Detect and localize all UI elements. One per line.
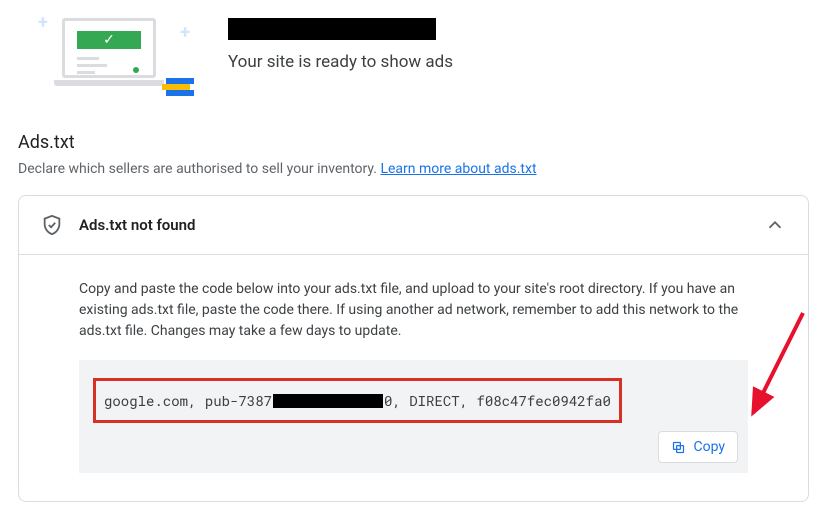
card-body: Copy and paste the code below into your … [19, 255, 808, 501]
header-row: + + ✓ Your site is ready to show ads [18, 12, 809, 102]
card-title: Ads.txt not found [79, 216, 764, 234]
code-box: google.com, pub-7387 0, DIRECT, f08c47fec… [79, 360, 748, 473]
copy-label: Copy [693, 439, 725, 455]
instructions-text: Copy and paste the code below into your … [79, 279, 748, 342]
ads-txt-card: Ads.txt not found Copy and paste the cod… [18, 195, 809, 502]
sparkle-icon: + [180, 22, 190, 43]
section-subtitle: Declare which sellers are authorised to … [18, 161, 809, 177]
ready-message: Your site is ready to show ads [228, 52, 453, 72]
laptop-icon: ✓ [54, 18, 164, 96]
shield-check-icon [41, 214, 63, 236]
code-prefix: google.com, pub-7387 [104, 391, 272, 410]
copy-icon [671, 440, 686, 455]
chevron-up-icon [764, 214, 786, 236]
subtitle-text: Declare which sellers are authorised to … [18, 161, 380, 177]
code-highlight: google.com, pub-7387 0, DIRECT, f08c47fec… [93, 378, 622, 423]
publisher-id-redacted [273, 394, 383, 408]
copy-button[interactable]: Copy [658, 431, 738, 463]
site-url-redacted [228, 18, 436, 40]
books-icon [154, 56, 194, 96]
header-text: Your site is ready to show ads [228, 12, 453, 72]
learn-more-link[interactable]: Learn more about ads.txt [380, 161, 536, 177]
ads-txt-code: google.com, pub-7387 0, DIRECT, f08c47fec… [104, 391, 611, 410]
checkmark-icon: ✓ [103, 32, 115, 48]
code-suffix: 0, DIRECT, f08c47fec0942fa0 [384, 391, 611, 410]
site-ready-illustration: + + ✓ [18, 12, 198, 102]
sparkle-icon: + [38, 12, 48, 33]
card-header[interactable]: Ads.txt not found [19, 196, 808, 255]
section-title: Ads.txt [18, 132, 809, 153]
